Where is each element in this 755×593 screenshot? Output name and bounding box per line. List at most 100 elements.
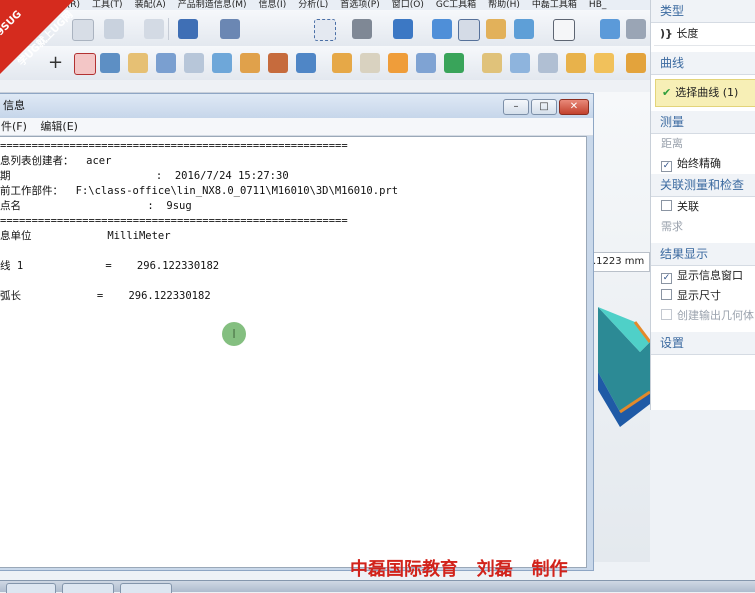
- info-line: ========================================…: [0, 215, 348, 227]
- offset-icon[interactable]: [594, 53, 614, 73]
- blend-icon[interactable]: [510, 53, 530, 73]
- show-info-window-option[interactable]: ✓ 显示信息窗口: [651, 266, 755, 286]
- info-line: [0, 274, 398, 289]
- render-style-icon[interactable]: [352, 19, 372, 39]
- view-fit-icon[interactable]: [314, 19, 336, 41]
- section-measure-header[interactable]: 测量: [651, 111, 755, 134]
- show-dimension-label: 显示尺寸: [677, 289, 721, 302]
- taskbar-button-2[interactable]: [62, 583, 114, 593]
- extrude-icon[interactable]: [212, 53, 232, 73]
- info-line: [0, 244, 398, 259]
- redo-icon[interactable]: [144, 19, 164, 39]
- section-curve-header[interactable]: 曲线: [651, 52, 755, 75]
- snap-icon[interactable]: [626, 19, 646, 39]
- show-dimension-option[interactable]: 显示尺寸: [651, 286, 755, 306]
- thicken-icon[interactable]: [626, 53, 646, 73]
- measure-result-label: .1223 mm: [590, 252, 650, 272]
- information-icon[interactable]: [220, 19, 240, 39]
- select-curve-row[interactable]: ✔ 选择曲线 (1): [655, 79, 755, 107]
- type-dropdown[interactable]: )} 长度: [654, 23, 755, 46]
- pattern-icon[interactable]: [332, 53, 352, 73]
- taskbar-button-1[interactable]: [6, 583, 56, 593]
- info-line: 期 : 2016/7/24 15:27:30: [0, 170, 289, 182]
- distance-label: 距离: [661, 137, 683, 150]
- minimize-button[interactable]: –: [503, 99, 529, 115]
- checkmark-icon: ✔: [662, 86, 672, 99]
- menu-preferences[interactable]: 首选项(P): [340, 0, 379, 10]
- menu-assembly[interactable]: 装配(A): [135, 0, 166, 10]
- section-assoc-header[interactable]: 关联测量和检查: [651, 174, 755, 197]
- wireframe-box-icon[interactable]: [458, 19, 480, 41]
- section-icon[interactable]: [486, 19, 506, 39]
- graphics-window[interactable]: [590, 92, 650, 562]
- background-icon[interactable]: [553, 19, 575, 41]
- assoc-checkbox[interactable]: [661, 200, 672, 211]
- surface-icon[interactable]: [128, 53, 148, 73]
- always-precise-option[interactable]: ✓ 始终精确: [651, 154, 755, 174]
- view-orient-icon[interactable]: [393, 19, 413, 39]
- revolve-icon[interactable]: [240, 53, 260, 73]
- dots-pattern-icon[interactable]: [388, 53, 408, 73]
- draft-icon[interactable]: [566, 53, 586, 73]
- show-info-window-label: 显示信息窗口: [677, 269, 743, 282]
- paste-icon[interactable]: [72, 19, 94, 41]
- assoc-option[interactable]: 关联: [651, 197, 755, 217]
- menu-pmi[interactable]: 产品制造信息(M): [178, 0, 247, 10]
- chamfer-icon[interactable]: [482, 53, 502, 73]
- info-text: ========================================…: [0, 139, 398, 304]
- menu-window[interactable]: 窗口(O): [392, 0, 424, 10]
- block-icon[interactable]: [296, 53, 316, 73]
- measure-distance-icon[interactable]: [178, 19, 198, 39]
- maximize-button[interactable]: □: [531, 99, 557, 115]
- always-precise-checkbox[interactable]: ✓: [661, 161, 672, 172]
- spiral-icon[interactable]: [100, 53, 120, 73]
- info-line: ========================================…: [0, 140, 348, 152]
- menu-information[interactable]: 信息(I): [259, 0, 287, 10]
- hole-icon[interactable]: [360, 53, 380, 73]
- taskbar: [0, 580, 755, 593]
- sweep-icon[interactable]: [184, 53, 204, 73]
- close-button[interactable]: ✕: [559, 99, 589, 115]
- measure-length-dialog: 类型 )} 长度 曲线 ✔ 选择曲线 (1) 测量 距离 ✓ 始终精确 关联测量和检…: [650, 0, 755, 410]
- show-info-window-checkbox[interactable]: ✓: [661, 273, 672, 284]
- create-output-option[interactable]: 创建输出几何体: [651, 306, 755, 326]
- camera-icon[interactable]: [514, 19, 534, 39]
- undo-icon[interactable]: [104, 19, 124, 39]
- trim-body-icon[interactable]: [268, 53, 288, 73]
- menu-file[interactable]: 件(F): [1, 120, 27, 133]
- mouse-cursor-highlight: I: [222, 322, 246, 346]
- datum-icon[interactable]: [444, 53, 464, 73]
- section-settings-header[interactable]: 设置: [651, 332, 755, 355]
- info-window-menubar: 件(F) 编辑(E): [0, 118, 593, 136]
- shell-icon[interactable]: [538, 53, 558, 73]
- menu-edit[interactable]: 编辑(E): [40, 120, 78, 133]
- mirror-icon[interactable]: [416, 53, 436, 73]
- section-result-header[interactable]: 结果显示: [651, 243, 755, 266]
- toolbar-row-2: +: [0, 46, 650, 81]
- toolbar-row-1: [0, 10, 650, 47]
- show-dimension-checkbox[interactable]: [661, 289, 672, 300]
- assoc-label: 关联: [677, 200, 699, 213]
- menu-tools[interactable]: 工具(T): [92, 0, 123, 10]
- menu-zhonglei-toolbox[interactable]: 中磊工具箱: [532, 0, 577, 10]
- menu-help[interactable]: 帮助(H): [488, 0, 520, 10]
- grid-surface-icon[interactable]: [156, 53, 176, 73]
- point-icon[interactable]: [74, 53, 96, 75]
- length-type-icon: )}: [660, 27, 673, 40]
- info-window-titlebar[interactable]: 信息 – □ ✕: [0, 94, 593, 118]
- taskbar-button-3[interactable]: [120, 583, 172, 593]
- info-text-area[interactable]: ========================================…: [0, 136, 587, 568]
- menu-hb[interactable]: HB_: [589, 0, 606, 10]
- information-window: 信息 – □ ✕ 件(F) 编辑(E) ====================…: [0, 93, 594, 571]
- menu-analysis[interactable]: 分析(L): [298, 0, 328, 10]
- create-output-label: 创建输出几何体: [677, 309, 754, 322]
- info-line: 点名 : 9sug: [0, 200, 192, 212]
- shaded-box-icon[interactable]: [432, 19, 452, 39]
- create-output-checkbox[interactable]: [661, 309, 672, 320]
- section-type-header[interactable]: 类型: [651, 0, 755, 23]
- info-line: 息单位 MilliMeter: [0, 230, 171, 242]
- always-precise-label: 始终精确: [677, 157, 721, 170]
- menu-gc-toolbox[interactable]: GC工具箱: [436, 0, 476, 10]
- select-filter-icon[interactable]: [600, 19, 620, 39]
- need-label: 需求: [661, 220, 683, 233]
